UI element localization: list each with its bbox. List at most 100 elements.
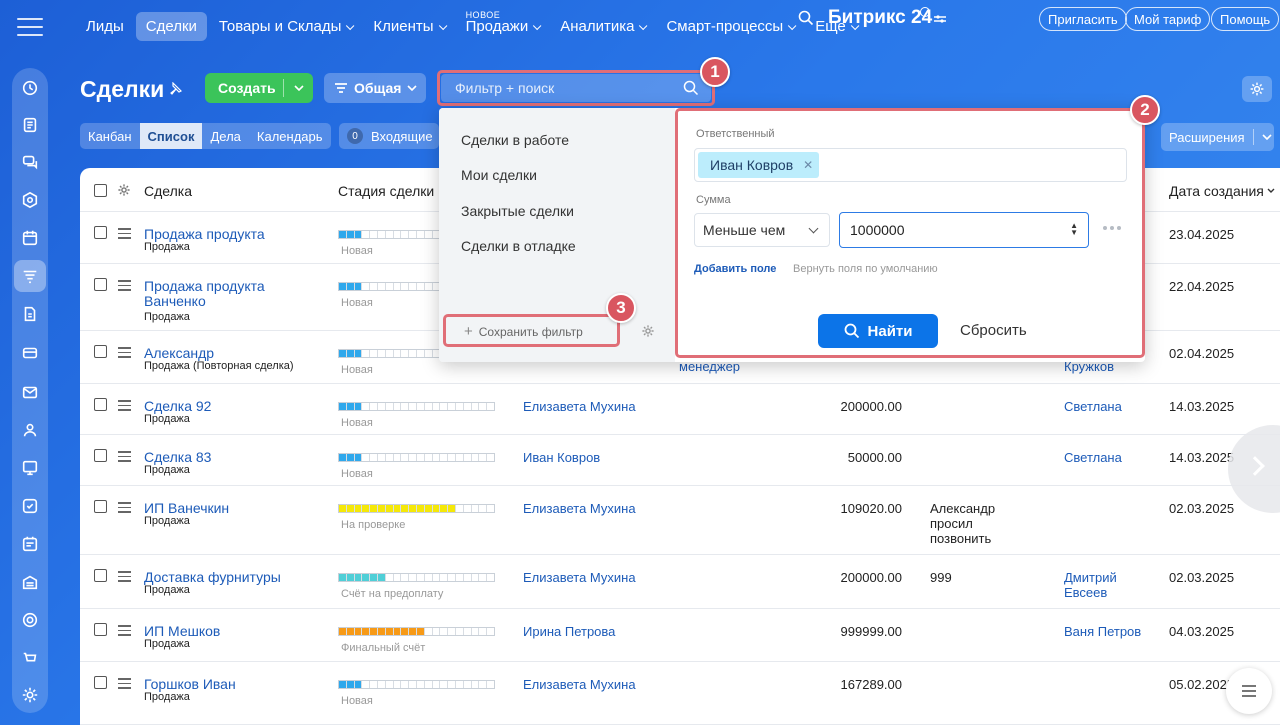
sidebar-item-groups[interactable]	[14, 184, 46, 216]
row-checkbox[interactable]	[94, 345, 107, 358]
search-icon[interactable]	[798, 10, 814, 31]
settings-toggle-icon[interactable]	[934, 11, 946, 29]
filter-preset-3[interactable]: Сделки в отладке	[461, 238, 576, 254]
row-menu-icon[interactable]	[118, 451, 131, 465]
deal-name-link[interactable]: Продажа продукта Ванченко	[144, 279, 324, 309]
row-menu-icon[interactable]	[118, 571, 131, 585]
deal-name-link[interactable]: Александр	[144, 346, 324, 361]
sidebar-item-store[interactable]	[14, 337, 46, 369]
create-button[interactable]: Создать	[205, 73, 313, 103]
table-row[interactable]: Сделка 83 Продажа Новая Иван Ковров 50000.00…	[80, 435, 1280, 486]
view-tab-1[interactable]: Список	[139, 123, 203, 149]
responsible-link[interactable]: Светлана	[1064, 450, 1144, 465]
nav-item-4[interactable]: НОВОЕ Продажи	[456, 10, 549, 41]
quick-menu-button[interactable]	[1226, 668, 1272, 714]
filter-preset-0[interactable]: Сделки в работе	[461, 132, 569, 148]
view-tab-2[interactable]: Дела	[202, 123, 248, 149]
help-button[interactable]: Помощь	[1211, 7, 1280, 31]
page-settings-button[interactable]	[1242, 76, 1272, 102]
table-row[interactable]: Горшков Иван Продажа Новая Елизавета Мухина…	[80, 662, 1280, 725]
sort-icon[interactable]	[1267, 188, 1275, 194]
nav-item-6[interactable]: Смарт-процессы	[656, 12, 803, 41]
sidebar-item-docs[interactable]	[14, 109, 46, 141]
column-created[interactable]: Дата создания	[1169, 183, 1264, 199]
sidebar-item-files[interactable]	[14, 298, 46, 330]
deal-name-link[interactable]: ИП Мешков	[144, 624, 324, 639]
sidebar-item-contacts[interactable]	[14, 414, 46, 446]
row-checkbox[interactable]	[94, 226, 107, 239]
table-row[interactable]: Сделка 92 Продажа Новая Елизавета Мухина 200…	[80, 384, 1280, 435]
deal-name-link[interactable]: Доставка фурнитуры	[144, 570, 324, 585]
view-tab-3[interactable]: Календарь	[249, 123, 331, 149]
category-button[interactable]: Общая	[324, 73, 426, 103]
deal-name-link[interactable]: Продажа продукта	[144, 227, 324, 242]
chevron-down-icon[interactable]	[1262, 134, 1272, 140]
contact-link[interactable]: Елизавета Мухина	[523, 399, 636, 414]
contact-link[interactable]: Елизавета Мухина	[523, 570, 636, 585]
row-checkbox[interactable]	[94, 398, 107, 411]
responsible-link[interactable]: Дмитрий Евсеев	[1064, 570, 1144, 600]
pin-icon[interactable]	[168, 81, 183, 101]
stage-progress-bar[interactable]	[338, 453, 495, 462]
column-deal[interactable]: Сделка	[144, 183, 192, 199]
deal-name-link[interactable]: Сделка 92	[144, 399, 324, 414]
filter-preset-2[interactable]: Закрытые сделки	[461, 203, 574, 219]
row-checkbox[interactable]	[94, 500, 107, 513]
select-all-checkbox[interactable]	[94, 184, 107, 197]
sidebar-item-warehouse[interactable]	[14, 566, 46, 598]
nav-item-5[interactable]: Аналитика	[550, 12, 654, 41]
brand-logo[interactable]: Битрикс 24	[828, 7, 932, 29]
sidebar-item-shop[interactable]	[14, 642, 46, 674]
deal-name-link[interactable]: Горшков Иван	[144, 677, 324, 692]
contact-link[interactable]: Елизавета Мухина	[523, 677, 636, 692]
sidebar-item-feed[interactable]	[14, 72, 46, 104]
stage-progress-bar[interactable]	[338, 504, 495, 513]
gear-icon[interactable]	[641, 324, 655, 338]
sidebar-item-chat[interactable]	[14, 146, 46, 178]
extensions-button[interactable]: Расширения	[1161, 123, 1274, 151]
nav-item-0[interactable]: Лиды	[76, 12, 134, 41]
stage-progress-bar[interactable]	[338, 573, 495, 582]
row-menu-icon[interactable]	[118, 625, 131, 639]
row-menu-icon[interactable]	[118, 228, 131, 242]
table-row[interactable]: ИП Мешков Продажа Финальный счёт Ирина Петр…	[80, 609, 1280, 662]
sidebar-item-settings[interactable]	[14, 679, 46, 711]
row-checkbox[interactable]	[94, 449, 107, 462]
sidebar-item-tasks[interactable]	[14, 490, 46, 522]
nav-item-1[interactable]: Сделки	[135, 11, 207, 41]
gear-icon[interactable]	[117, 183, 131, 197]
sidebar-item-calendar[interactable]	[14, 222, 46, 254]
row-checkbox[interactable]	[94, 278, 107, 291]
responsible-link[interactable]: Ваня Петров	[1064, 624, 1144, 639]
filter-preset-1[interactable]: Мои сделки	[461, 167, 537, 183]
row-checkbox[interactable]	[94, 676, 107, 689]
tariff-button[interactable]: Мой тариф	[1125, 7, 1211, 31]
sidebar-item-planner[interactable]	[14, 528, 46, 560]
column-stage[interactable]: Стадия сделки	[338, 183, 434, 199]
row-menu-icon[interactable]	[118, 280, 131, 294]
row-menu-icon[interactable]	[118, 347, 131, 361]
table-row[interactable]: Доставка фурнитуры Продажа Счёт на предопл…	[80, 555, 1280, 609]
row-menu-icon[interactable]	[118, 502, 131, 516]
row-checkbox[interactable]	[94, 569, 107, 582]
sidebar-item-mail[interactable]	[14, 376, 46, 408]
view-tab-0[interactable]: Канбан	[80, 123, 140, 149]
sidebar-item-crm[interactable]	[14, 260, 46, 292]
row-menu-icon[interactable]	[118, 678, 131, 692]
row-checkbox[interactable]	[94, 623, 107, 636]
stage-progress-bar[interactable]	[338, 680, 495, 689]
stage-progress-bar[interactable]	[338, 627, 495, 636]
sidebar-item-sites[interactable]	[14, 452, 46, 484]
stage-progress-bar[interactable]	[338, 402, 495, 411]
contact-link[interactable]: Иван Ковров	[523, 450, 600, 465]
deal-name-link[interactable]: ИП Ванечкин	[144, 501, 324, 516]
responsible-link[interactable]: Светлана	[1064, 399, 1144, 414]
deal-name-link[interactable]: Сделка 83	[144, 450, 324, 465]
nav-item-3[interactable]: Клиенты	[363, 12, 453, 41]
nav-item-2[interactable]: Товары и Склады	[209, 12, 362, 41]
table-row[interactable]: ИП Ванечкин Продажа На проверке Елизавета М…	[80, 486, 1280, 555]
create-dropdown-icon[interactable]	[284, 85, 313, 91]
contact-link[interactable]: Елизавета Мухина	[523, 501, 636, 516]
contact-link[interactable]: Ирина Петрова	[523, 624, 615, 639]
incoming-button[interactable]: 0 Входящие	[339, 123, 439, 149]
